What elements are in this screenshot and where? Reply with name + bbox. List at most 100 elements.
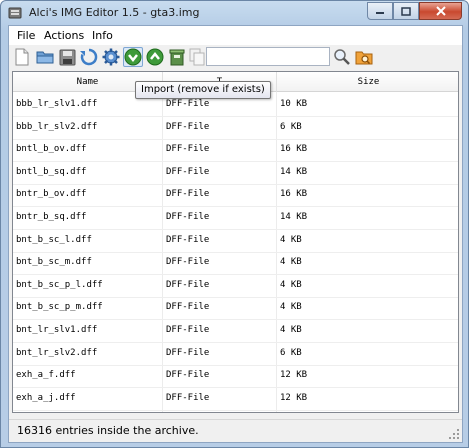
cell-type: DFF-File xyxy=(166,189,210,200)
cell-size: 14 KB xyxy=(280,166,308,177)
table-row[interactable]: bntr_b_ov.dff DFF-File 16 KB xyxy=(13,184,458,208)
cell-size: 14 KB xyxy=(280,212,308,222)
settings-button[interactable] xyxy=(101,47,121,67)
cell-type: DFF-File xyxy=(166,410,276,412)
cell-name: exh_a_j.dff xyxy=(16,392,76,403)
table-row[interactable]: exh_a_f.dff DFF-File 12 KB xyxy=(13,365,458,389)
cell-name: bnt_lr_slv1.dff xyxy=(16,325,98,335)
cell-name: bnt_b_sc_m.dff xyxy=(16,257,92,268)
app-logo-icon xyxy=(8,6,23,20)
table-row[interactable]: bnt_lr_slv2.dff DFF-File 6 KB xyxy=(13,343,458,366)
find-folder-button[interactable] xyxy=(354,47,374,67)
cell-type: DFF-File xyxy=(166,279,210,290)
cell-type: DFF-File xyxy=(166,212,210,222)
maximize-button[interactable] xyxy=(393,2,419,20)
cell-name: exh_a_l.dff xyxy=(16,410,162,412)
cell-size: 4 KB xyxy=(280,325,302,335)
table-row[interactable]: bnt_b_sc_p_m.dff DFF-File 4 KB xyxy=(13,297,458,321)
table-row[interactable]: bntl_b_ov.dff DFF-File 16 KB xyxy=(13,139,458,163)
close-icon xyxy=(435,6,446,16)
column-header-size[interactable]: Size xyxy=(277,72,458,92)
import-tooltip: Import (remove if exists) xyxy=(135,81,271,99)
cell-size: 10 KB xyxy=(280,99,308,109)
cell-name: bntr_b_sq.dff xyxy=(16,212,87,222)
cell-name: bntl_b_sq.dff xyxy=(16,166,87,177)
status-bar: 16316 entries inside the archive. xyxy=(9,419,462,442)
table-row[interactable]: bnt_b_sc_m.dff DFF-File 4 KB xyxy=(13,252,458,276)
table-row[interactable]: bbb_lr_slv2.dff DFF-File 6 KB xyxy=(13,117,458,140)
export-icon xyxy=(146,48,164,66)
rebuild-button[interactable] xyxy=(79,47,99,67)
table-row[interactable]: exh_a_l.dff DFF-File 12 KB xyxy=(13,410,458,412)
cell-type: DFF-File xyxy=(166,325,210,335)
resize-grip-icon[interactable] xyxy=(448,428,460,440)
open-button[interactable] xyxy=(35,47,55,67)
cell-name: bntr_b_ov.dff xyxy=(16,189,87,200)
save-icon xyxy=(59,49,75,65)
cell-size: 12 KB xyxy=(280,410,450,412)
cell-size: 6 KB xyxy=(280,347,302,358)
cell-type: DFF-File xyxy=(166,370,210,381)
cell-size: 12 KB xyxy=(280,370,308,381)
table-row[interactable]: bnt_b_sc_l.dff DFF-File 4 KB xyxy=(13,230,458,253)
cell-type: DFF-File xyxy=(166,144,210,155)
cell-name: exh_a_f.dff xyxy=(16,370,76,381)
toolbar xyxy=(9,45,462,69)
window-title: Alci's IMG Editor 1.5 - gta3.img xyxy=(29,6,200,19)
delete-button[interactable] xyxy=(167,47,187,67)
cell-name: bnt_b_sc_l.dff xyxy=(16,234,92,245)
cell-type: DFF-File xyxy=(166,257,210,268)
import-button[interactable] xyxy=(123,47,143,67)
cell-size: 12 KB xyxy=(280,392,308,403)
export-button[interactable] xyxy=(145,47,165,67)
cell-type: DFF-File xyxy=(166,121,210,132)
cell-type: DFF-File xyxy=(166,166,210,177)
cell-name: bntl_b_ov.dff xyxy=(16,144,87,155)
cell-size: 4 KB xyxy=(280,302,302,313)
copy-button[interactable] xyxy=(187,47,207,67)
search-input[interactable] xyxy=(206,47,330,66)
table-row[interactable]: bnt_lr_slv1.dff DFF-File 4 KB xyxy=(13,320,458,343)
table-row[interactable]: bntr_b_sq.dff DFF-File 14 KB xyxy=(13,207,458,230)
status-text: 16316 entries inside the archive. xyxy=(17,424,199,437)
search-button[interactable] xyxy=(332,47,352,67)
cell-size: 4 KB xyxy=(280,257,302,268)
new-file-icon xyxy=(15,48,29,66)
menu-file[interactable]: File xyxy=(12,28,40,43)
cell-size: 6 KB xyxy=(280,121,302,132)
menu-actions[interactable]: Actions xyxy=(39,28,89,43)
cell-name: bbb_lr_slv2.dff xyxy=(16,121,98,132)
cell-type: DFF-File xyxy=(166,234,210,245)
cell-name: bnt_lr_slv2.dff xyxy=(16,347,98,358)
cell-size: 4 KB xyxy=(280,234,302,245)
title-bar[interactable]: Alci's IMG Editor 1.5 - gta3.img xyxy=(1,1,468,25)
table-row[interactable]: bntl_b_sq.dff DFF-File 14 KB xyxy=(13,162,458,185)
app-window: Alci's IMG Editor 1.5 - gta3.img File Ac… xyxy=(0,0,469,448)
table-row[interactable]: bnt_b_sc_p_l.dff DFF-File 4 KB xyxy=(13,275,458,298)
cell-size: 16 KB xyxy=(280,189,308,200)
cell-type: DFF-File xyxy=(166,302,210,313)
close-button[interactable] xyxy=(419,2,462,20)
cell-name: bnt_b_sc_p_l.dff xyxy=(16,279,103,290)
save-button[interactable] xyxy=(57,47,77,67)
cell-name: bnt_b_sc_p_m.dff xyxy=(16,302,103,313)
cell-size: 4 KB xyxy=(280,279,302,290)
cell-type: DFF-File xyxy=(166,347,210,358)
maximize-icon xyxy=(401,6,411,16)
new-button[interactable] xyxy=(12,47,32,67)
cell-size: 16 KB xyxy=(280,144,308,155)
delete-icon xyxy=(169,49,185,66)
file-list-table[interactable]: Name T Size bbb_lr_slv1.dffDFF-File10 KB… xyxy=(12,71,459,413)
copy-icon xyxy=(189,48,205,66)
cell-type: DFF-File xyxy=(166,392,210,403)
minimize-icon xyxy=(376,12,384,14)
search-icon xyxy=(334,49,350,65)
settings-gear-icon xyxy=(102,48,120,66)
import-icon xyxy=(124,48,142,66)
open-folder-icon xyxy=(36,51,54,64)
find-folder-icon xyxy=(355,51,373,65)
menu-info[interactable]: Info xyxy=(87,28,118,43)
table-row[interactable]: exh_a_j.dff DFF-File 12 KB xyxy=(13,388,458,411)
minimize-button[interactable] xyxy=(367,2,393,20)
menu-bar: File Actions Info xyxy=(9,26,462,45)
